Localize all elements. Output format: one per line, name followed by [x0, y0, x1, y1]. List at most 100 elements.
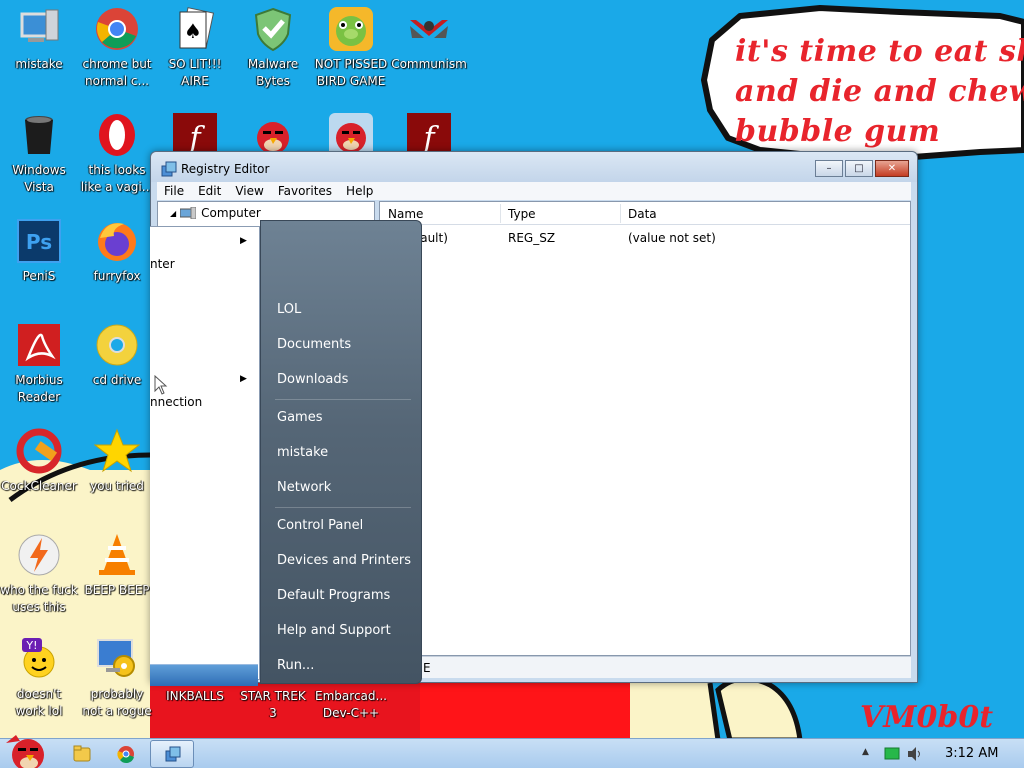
- bubble-line: bubble gum: [735, 114, 941, 149]
- desktop-icon-communism[interactable]: Communism: [390, 6, 468, 73]
- desktop-icon-cd-drive[interactable]: cd drive: [78, 322, 156, 389]
- list-row[interactable]: fault) REG_SZ (value not set): [380, 226, 910, 248]
- desktop-icon-yahoo[interactable]: Y! doesn't work lol: [0, 636, 78, 720]
- icon-label: Reader: [17, 390, 61, 404]
- desktop-icon-acrobat[interactable]: Morbius Reader: [0, 322, 78, 406]
- icon-label: Bytes: [256, 74, 290, 88]
- icon-label: PeniS: [22, 269, 56, 283]
- desktop-icon-pig-game[interactable]: NOT PISSED BIRD GAME: [312, 6, 390, 90]
- desktop-icon-solitaire[interactable]: ♠ SO LIT!!! AIRE: [156, 6, 234, 90]
- start-button-angry-bird-icon[interactable]: [2, 731, 50, 768]
- menu-separator: [275, 399, 411, 400]
- svg-text:♠: ♠: [184, 19, 202, 43]
- taskbar-registry-editor-button[interactable]: [150, 740, 194, 768]
- list-header: Name Type Data: [380, 202, 910, 225]
- firefox-icon: [94, 218, 140, 264]
- desktop-icon-windows-vista[interactable]: Windows Vista: [0, 112, 78, 196]
- show-hidden-icons-icon[interactable]: ▲: [862, 747, 869, 757]
- column-header-data[interactable]: Data: [628, 207, 657, 221]
- star-icon: [93, 428, 141, 474]
- start-item-default-programs[interactable]: Default Programs: [277, 587, 390, 605]
- speech-bubble-text: it's time to eat shit and die and chew b…: [735, 32, 1024, 152]
- bubble-line: it's time to eat shit: [735, 34, 1024, 69]
- icon-label: 3: [269, 706, 277, 720]
- photoshop-icon: Ps: [16, 218, 62, 264]
- volume-icon[interactable]: [906, 746, 924, 762]
- network-icon[interactable]: [884, 747, 900, 761]
- ccleaner-icon: [16, 428, 62, 474]
- taskbar-chrome-button[interactable]: [106, 740, 146, 768]
- values-list-pane[interactable]: Name Type Data fault) REG_SZ (value not …: [379, 201, 911, 656]
- icon-label: who the fuck: [0, 583, 78, 597]
- explorer-folder-icon: [73, 745, 91, 762]
- menu-help[interactable]: Help: [339, 182, 380, 200]
- desktop-icon-inkballs[interactable]: INKBALLS: [156, 688, 234, 705]
- desktop-icon-malwarebytes[interactable]: Malware Bytes: [234, 6, 312, 90]
- desktop-icon-winamp[interactable]: who the fuck uses this: [0, 532, 78, 616]
- start-item-downloads[interactable]: Downloads: [277, 371, 348, 389]
- menu-bar: File Edit View Favorites Help: [157, 182, 911, 200]
- column-divider[interactable]: [500, 204, 501, 223]
- cell-type: REG_SZ: [508, 231, 556, 245]
- desktop-icon-vlc[interactable]: BEEP BEEP: [78, 532, 156, 599]
- desktop-icon-you-tried[interactable]: you tried: [78, 428, 156, 495]
- system-tray: ▲: [854, 739, 1024, 768]
- submenu-arrow-icon[interactable]: ▶: [240, 374, 247, 384]
- start-item-control-panel[interactable]: Control Panel: [277, 517, 363, 535]
- column-header-name[interactable]: Name: [388, 207, 423, 221]
- desktop-icon-chrome[interactable]: chrome but normal c...: [78, 6, 156, 90]
- expand-arrow-icon[interactable]: ◢: [170, 209, 176, 218]
- desktop-icon-firefox[interactable]: furryfox: [78, 218, 156, 285]
- opera-icon: [94, 112, 140, 158]
- search-box[interactable]: [150, 664, 258, 686]
- icon-label: SO LIT!!!: [168, 57, 222, 71]
- desktop-icon-photoshop[interactable]: Ps PeniS: [0, 218, 78, 285]
- start-item-lol[interactable]: LOL: [277, 301, 301, 319]
- minimize-button[interactable]: –: [815, 160, 843, 177]
- winamp-icon: [16, 532, 62, 578]
- taskbar-clock[interactable]: 3:12 AM: [945, 746, 998, 761]
- icon-label: work lol: [15, 704, 63, 718]
- desktop-icon-mistake[interactable]: mistake: [0, 6, 78, 73]
- menu-file[interactable]: File: [157, 182, 191, 200]
- desktop-icon-opera[interactable]: this looks like a vagi...: [78, 112, 156, 196]
- start-item-documents[interactable]: Documents: [277, 336, 351, 354]
- menu-view[interactable]: View: [228, 182, 270, 200]
- start-item-run[interactable]: Run...: [277, 657, 314, 675]
- icon-label: Embarcad...: [315, 689, 387, 703]
- window-title: Registry Editor: [181, 162, 270, 176]
- taskbar-explorer-button[interactable]: [62, 740, 102, 768]
- icon-label: Windows: [12, 163, 66, 177]
- start-item-devices-printers[interactable]: Devices and Printers: [277, 552, 411, 570]
- desktop-icon-rogue[interactable]: probably not a rogue: [78, 636, 156, 720]
- icon-label: STAR TREK: [240, 689, 306, 703]
- svg-text:Y!: Y!: [25, 639, 37, 652]
- start-item-network[interactable]: Network: [277, 479, 331, 497]
- column-divider[interactable]: [620, 204, 621, 223]
- gears-icon: [94, 636, 140, 682]
- status-text: E: [423, 661, 431, 675]
- maximize-button[interactable]: □: [845, 160, 873, 177]
- submenu-arrow-icon[interactable]: ▶: [240, 236, 247, 246]
- solitaire-icon: ♠: [172, 6, 218, 52]
- program-item[interactable]: nnection: [150, 395, 202, 409]
- title-bar[interactable]: Registry Editor – □ ✕: [151, 152, 917, 182]
- trash-can-icon: [16, 112, 62, 158]
- close-button[interactable]: ✕: [875, 160, 909, 177]
- menu-favorites[interactable]: Favorites: [271, 182, 339, 200]
- menu-separator: [275, 507, 411, 508]
- desktop-icon-ccleaner[interactable]: CockCleaner: [0, 428, 78, 495]
- column-header-type[interactable]: Type: [508, 207, 536, 221]
- bubble-line: and die and chew: [735, 74, 1024, 109]
- icon-label: Communism: [391, 57, 467, 71]
- desktop-icon-star-trek-3[interactable]: STAR TREK 3: [234, 688, 312, 722]
- program-item[interactable]: nter: [150, 257, 175, 271]
- start-item-games[interactable]: Games: [277, 409, 322, 427]
- start-item-mistake[interactable]: mistake: [277, 444, 328, 462]
- start-item-help-support[interactable]: Help and Support: [277, 622, 391, 640]
- tree-item-computer[interactable]: ◢ Computer: [170, 206, 261, 220]
- desktop-icon-dev-cpp[interactable]: Embarcad... Dev-C++: [312, 688, 390, 722]
- icon-label: normal c...: [85, 74, 149, 88]
- icon-label: this looks: [88, 163, 146, 177]
- menu-edit[interactable]: Edit: [191, 182, 228, 200]
